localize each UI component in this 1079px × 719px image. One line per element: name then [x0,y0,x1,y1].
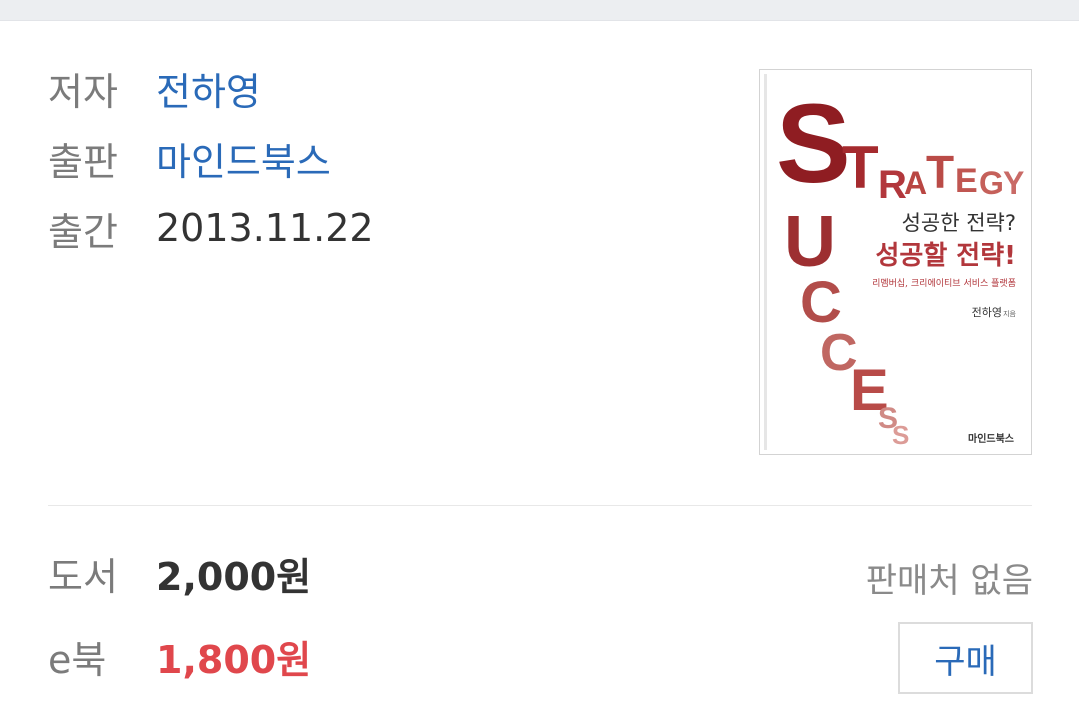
cover-letter-e: E [955,162,978,200]
cover-letter-t: T [842,134,879,201]
cover-letter-a: A [904,165,927,201]
author-link[interactable]: 전하영 [156,61,261,116]
cover-spine [764,74,767,450]
author-row: 저자 전하영 [48,61,261,116]
cover-letter-s: S [776,81,851,206]
cover-letter-r: R [878,163,907,207]
book-cover-image[interactable]: S T R A T E G Y U C C E S S 성공한 전략? 성공할 … [759,69,1032,455]
ebook-price-value: 1,800원 [156,637,312,682]
cover-letter-s3: S [892,420,909,450]
cover-title-ko-2: 성공할 전략! [875,241,1016,271]
pubdate-label: 출간 [48,209,118,254]
cover-author: 전하영 [972,305,1002,319]
ebook-price-row: e북 1,800원 [48,628,311,684]
cover-author-suffix: 지음 [1003,309,1016,318]
book-price-row: 도서 2,000원 [48,545,311,601]
top-bar [0,0,1079,21]
publisher-row: 출판 마인드북스 [48,131,331,186]
ebook-price-label: e북 [48,637,107,682]
cover-letter-y: Y [1003,165,1024,201]
cover-letter-g: G [979,165,1004,201]
buy-button[interactable]: 구매 [898,622,1033,694]
publisher-link[interactable]: 마인드북스 [156,131,331,186]
pubdate-row: 출간 2013.11.22 [48,203,374,254]
cover-subtitle: 리멤버십, 크리에이티브 서비스 플랫폼 [872,278,1016,289]
publisher-label: 출판 [48,139,118,184]
cover-publisher: 마인드북스 [968,432,1014,445]
pubdate-value: 2013.11.22 [156,206,374,250]
book-cover-art: S T R A T E G Y U C C E S S 성공한 전략? 성공할 … [760,70,1031,454]
book-info-card: 저자 전하영 출판 마인드북스 출간 2013.11.22 S T R A T … [0,21,1079,719]
book-price-label: 도서 [48,554,118,599]
book-price-value: 2,000원 [156,554,312,599]
no-seller-text: 판매처 없음 [865,561,1033,601]
author-label: 저자 [48,69,118,114]
cover-letter-t2: T [926,146,954,198]
cover-title-ko-1: 성공한 전략? [902,211,1016,235]
section-divider [48,505,1032,506]
